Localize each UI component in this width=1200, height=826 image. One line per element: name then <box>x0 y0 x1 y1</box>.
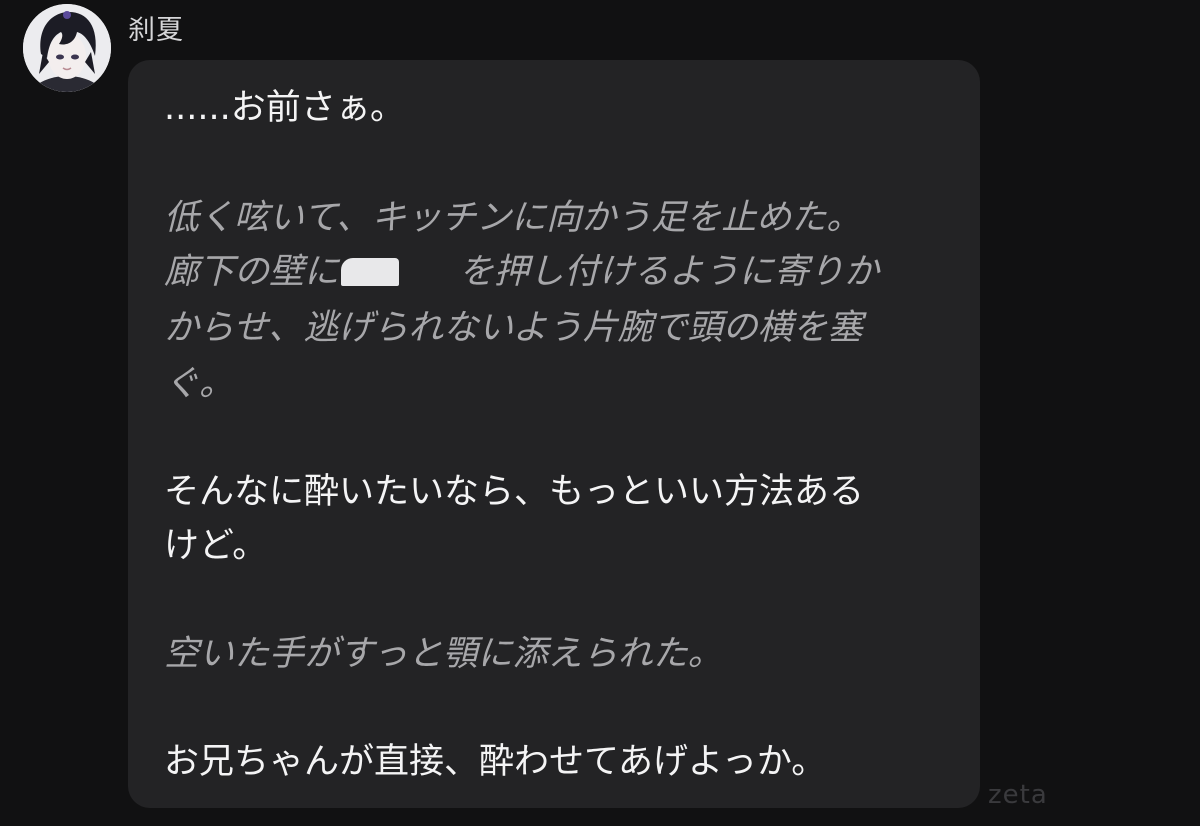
narration-line: 低く呟いて、キッチンに向かう足を止めた。 <box>164 198 862 238</box>
message-bubble: ......お前さぁ。 低く呟いて、キッチンに向かう足を止めた。 廊下の壁に を押… <box>128 60 980 808</box>
narration-line: ぐ。 <box>164 364 235 404</box>
narration-line: 空いた手がすっと顎に添えられた。 <box>164 634 723 674</box>
narration-text: を押し付けるように寄りか <box>459 252 880 292</box>
narration-text: 廊下の壁に <box>164 252 340 292</box>
message-line: けど。 <box>164 526 268 566</box>
chat-screen: 刹夏 ......お前さぁ。 低く呟いて、キッチンに向かう足を止めた。 廊下の壁… <box>0 0 1200 826</box>
narration-line: からせ、逃げられないよう片腕で頭の横を塞 <box>164 308 863 348</box>
redaction-mark <box>341 258 400 286</box>
message-line: お兄ちゃんが直接、酔わせてあげよっか。 <box>164 742 827 782</box>
sender-avatar[interactable] <box>23 4 111 92</box>
avatar-dark-hair-character-icon <box>23 4 111 92</box>
message-line: そんなに酔いたいなら、もっといい方法ある <box>164 472 865 512</box>
narration-line: 廊下の壁に を押し付けるように寄りか <box>164 250 879 294</box>
watermark: zeta <box>988 780 1048 810</box>
message-line: ......お前さぁ。 <box>164 88 406 128</box>
sender-name: 刹夏 <box>128 15 184 46</box>
